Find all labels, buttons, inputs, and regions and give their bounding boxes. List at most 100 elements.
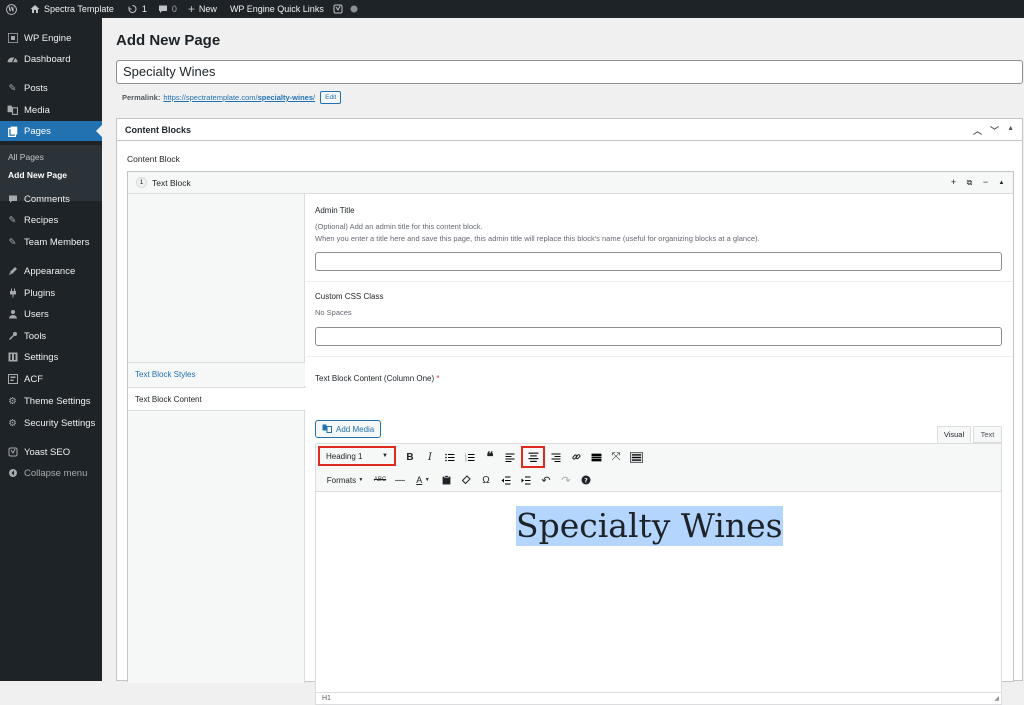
resize-handle-icon[interactable]: ◢: [994, 695, 999, 702]
permalink-slug: specialty-wines: [257, 93, 314, 102]
layout-handle[interactable]: 1 Text Block + ⧉ − ▲: [128, 172, 1013, 194]
toolbar-toggle-icon[interactable]: [626, 447, 646, 467]
sidebar-item-comments[interactable]: Comments: [0, 189, 102, 209]
sidebar-item-dashboard[interactable]: Dashboard: [0, 49, 102, 69]
bullet-list-icon[interactable]: [440, 447, 460, 467]
css-class-input[interactable]: [315, 327, 1002, 346]
align-center-icon[interactable]: [521, 446, 545, 468]
sidebar-item-users[interactable]: Users: [0, 304, 102, 324]
paste-text-icon[interactable]: [436, 470, 456, 490]
permalink-row: Permalink: https://spectratemplate.com/s…: [122, 91, 342, 104]
horizontal-line-icon[interactable]: —: [390, 470, 410, 490]
svg-text:3: 3: [465, 459, 467, 462]
editor-content-area[interactable]: Specialty Wines: [316, 492, 1001, 684]
sidebar-item-recipes[interactable]: ✎ Recipes: [0, 210, 102, 230]
sidebar-item-media[interactable]: Media: [0, 100, 102, 120]
sidebar-item-settings[interactable]: Settings: [0, 347, 102, 367]
numbered-list-icon[interactable]: 123: [460, 447, 480, 467]
undo-icon[interactable]: ↶: [536, 470, 556, 490]
element-path[interactable]: H1: [322, 695, 331, 702]
tab-text-block-content[interactable]: Text Block Content: [128, 387, 306, 411]
remove-layout-icon[interactable]: −: [980, 177, 991, 188]
sidebar-item-acf[interactable]: ACF: [0, 369, 102, 389]
sidebar-label: Tools: [24, 330, 47, 342]
italic-icon[interactable]: I: [420, 447, 440, 467]
submenu-add-new-page[interactable]: Add New Page: [8, 170, 67, 180]
sidebar-label: Plugins: [24, 287, 56, 299]
add-media-button[interactable]: Add Media: [315, 420, 382, 438]
permalink-trail: /: [313, 93, 316, 102]
svg-text:?: ?: [584, 477, 588, 484]
toolbar-row-2: Formats ▼ ABC — A ▼ Ω ↶ ↷ ?: [320, 469, 596, 491]
move-up-icon[interactable]: ︿: [973, 124, 982, 137]
sidebar-label: Comments: [24, 193, 70, 205]
fullscreen-icon[interactable]: ⤧: [606, 447, 626, 467]
link-icon[interactable]: [566, 447, 586, 467]
block-format-select[interactable]: Heading 1 ▼: [318, 446, 396, 466]
admin-title-label: Admin Title: [315, 206, 355, 215]
collapse-menu-button[interactable]: Collapse menu: [0, 463, 102, 483]
admin-title-desc-2: When you enter a title here and save thi…: [315, 234, 760, 243]
media-icon: [7, 105, 18, 116]
outdent-icon[interactable]: [496, 470, 516, 490]
permalink-edit-button[interactable]: Edit: [320, 91, 342, 104]
post-title-input[interactable]: Specialty Wines: [116, 60, 1023, 84]
admin-title-desc-1: (Optional) Add an admin title for this c…: [315, 222, 483, 231]
duplicate-layout-icon[interactable]: ⧉: [964, 177, 975, 188]
submenu-all-pages[interactable]: All Pages: [8, 152, 44, 162]
brush-icon: [7, 266, 18, 277]
align-right-icon[interactable]: [546, 447, 566, 467]
text-color-icon[interactable]: A ▼: [410, 470, 436, 490]
sidebar-label: Pages: [24, 125, 51, 137]
permalink-link[interactable]: https://spectratemplate.com/specialty-wi…: [163, 93, 315, 102]
wpengine-quick-links[interactable]: WP Engine Quick Links: [222, 0, 329, 18]
clear-formatting-icon[interactable]: [456, 470, 476, 490]
sidebar-item-team-members[interactable]: ✎ Team Members: [0, 232, 102, 252]
metabox-title: Content Blocks: [125, 125, 192, 135]
toggle-panel-icon[interactable]: ▲: [1007, 125, 1014, 137]
comments-link[interactable]: 0: [152, 0, 182, 18]
dropdown-arrow-icon: ▼: [382, 453, 388, 459]
sidebar-item-pages[interactable]: Pages: [0, 121, 102, 141]
sidebar-item-tools[interactable]: Tools: [0, 326, 102, 346]
strikethrough-icon[interactable]: ABC: [370, 470, 390, 490]
tab-text-block-styles[interactable]: Text Block Styles: [128, 362, 305, 386]
sidebar-item-security-settings[interactable]: ⚙ Security Settings: [0, 413, 102, 433]
help-icon[interactable]: ?: [576, 470, 596, 490]
sidebar-item-posts[interactable]: ✎ Posts: [0, 78, 102, 98]
special-character-icon[interactable]: Ω: [476, 470, 496, 490]
visual-tab[interactable]: Visual: [937, 426, 971, 443]
new-content-link[interactable]: + New: [182, 0, 222, 18]
formats-label: Formats: [326, 475, 357, 485]
yoast-icon[interactable]: [329, 0, 348, 18]
toolbar-row-1: B I 123 ❝ ⤧: [400, 446, 646, 468]
text-tab[interactable]: Text: [973, 426, 1002, 443]
editor-toolbar: Heading 1 ▼ B I 123 ❝ ⤧ Formats ▼ ABC — …: [316, 444, 1001, 492]
read-more-icon[interactable]: [586, 447, 606, 467]
sidebar-label: Collapse menu: [24, 467, 88, 479]
sidebar-item-appearance[interactable]: Appearance: [0, 261, 102, 281]
formats-menu[interactable]: Formats ▼: [320, 470, 370, 490]
sidebar-item-yoast-seo[interactable]: Yoast SEO: [0, 442, 102, 462]
editor-heading-text[interactable]: Specialty Wines: [516, 506, 783, 546]
site-name-link[interactable]: Spectra Template: [22, 0, 119, 18]
indent-icon[interactable]: [516, 470, 536, 490]
blockquote-icon[interactable]: ❝: [480, 447, 500, 467]
redo-icon[interactable]: ↷: [556, 470, 576, 490]
admin-title-input[interactable]: [315, 252, 1002, 271]
sidebar-label: Theme Settings: [24, 395, 91, 407]
sidebar-item-plugins[interactable]: Plugins: [0, 283, 102, 303]
align-left-icon[interactable]: [500, 447, 520, 467]
pin-icon: ✎: [8, 82, 17, 94]
sidebar-label: Settings: [24, 351, 59, 363]
wordpress-logo-icon[interactable]: W: [0, 0, 22, 18]
sidebar-item-wp-engine[interactable]: WP Engine: [0, 28, 102, 48]
bold-icon[interactable]: B: [400, 447, 420, 467]
seo-status-dot-icon: [348, 0, 363, 18]
collapse-layout-icon[interactable]: ▲: [996, 177, 1007, 188]
sidebar-item-theme-settings[interactable]: ⚙ Theme Settings: [0, 391, 102, 411]
comment-icon: [7, 194, 18, 205]
move-down-icon[interactable]: ﹀: [990, 124, 999, 137]
add-layout-icon[interactable]: +: [948, 177, 959, 188]
updates-link[interactable]: 1: [119, 0, 152, 18]
